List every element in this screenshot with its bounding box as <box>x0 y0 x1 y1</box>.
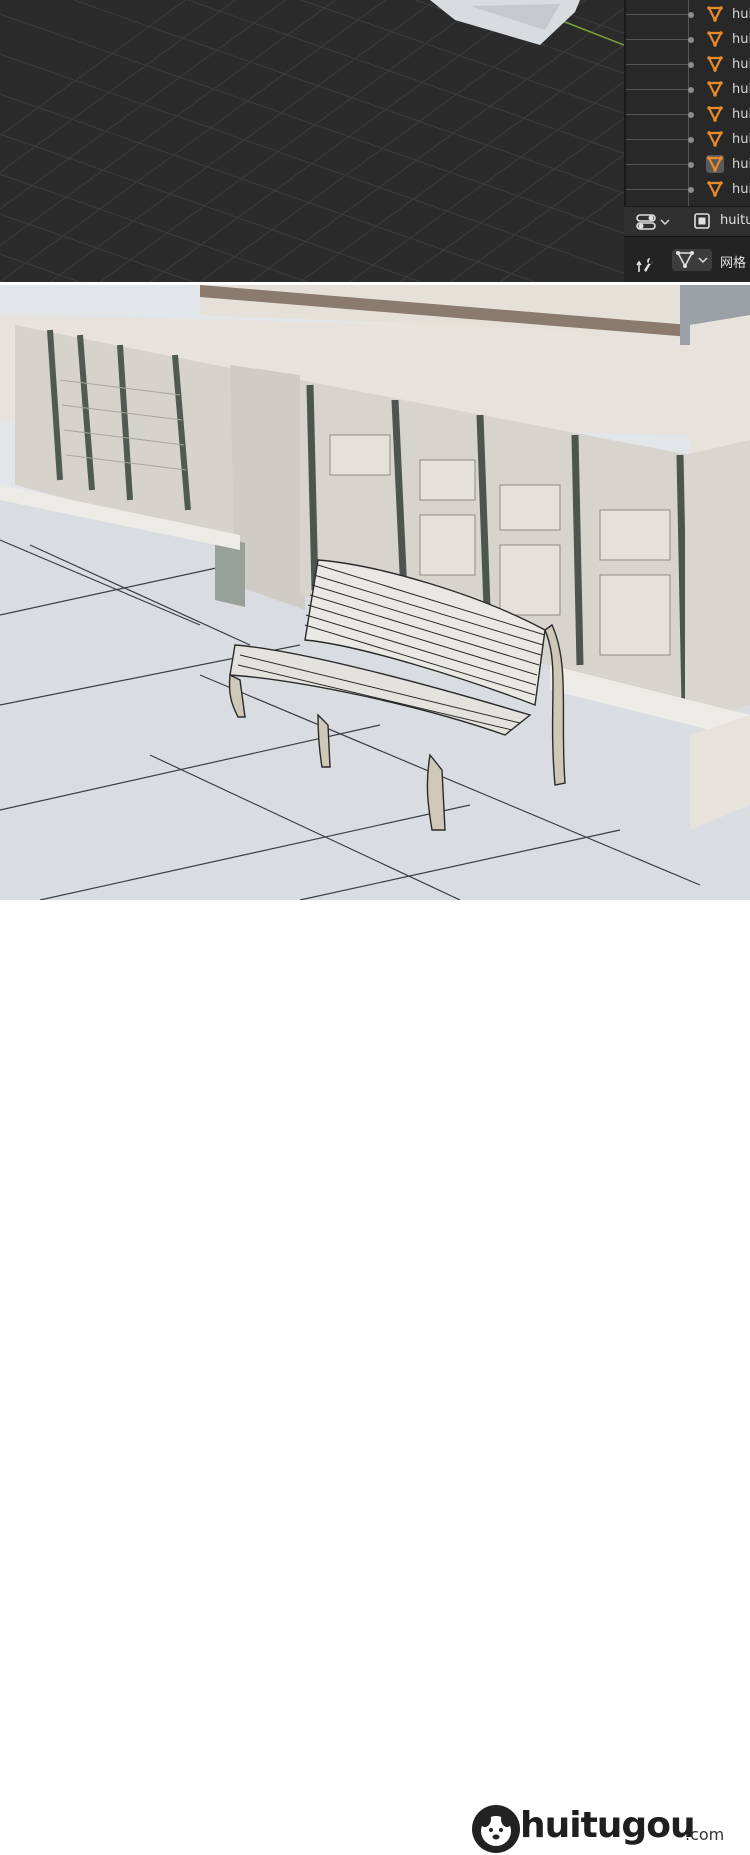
object-name[interactable]: huitu <box>720 213 750 228</box>
tree-branch <box>626 39 688 40</box>
outliner-item-label: hui <box>732 107 750 122</box>
outliner-item-label: hui <box>732 132 750 147</box>
mesh-filter-icon <box>676 251 708 268</box>
tree-node-dot <box>688 112 694 118</box>
tree-branch <box>626 189 688 190</box>
mesh-triangle-icon[interactable] <box>706 55 724 73</box>
wrench-icon[interactable] <box>636 255 656 275</box>
mesh-triangle-icon[interactable] <box>706 180 724 198</box>
tree-node-dot <box>688 12 694 18</box>
outliner-item-label: hui <box>732 7 750 22</box>
outliner-item[interactable]: hui <box>626 52 750 77</box>
tree-node-dot <box>688 162 694 168</box>
outliner-item-label: hui <box>732 82 750 97</box>
outliner-item-label: hui <box>732 157 750 172</box>
outliner-item[interactable]: hui <box>626 77 750 102</box>
outliner-item-label: hui <box>732 57 750 72</box>
outliner-item[interactable]: hui <box>626 27 750 52</box>
tree-branch <box>626 139 688 140</box>
outliner-panel[interactable]: hui hui hui hui hui hui hui hui <box>624 0 750 206</box>
tree-node-dot <box>688 187 694 193</box>
tree-branch <box>626 64 688 65</box>
tree-node-dot <box>688 137 694 143</box>
toggle-icon[interactable] <box>636 212 674 232</box>
tree-node-dot <box>688 37 694 43</box>
properties-header: huitu <box>624 206 750 237</box>
tree-node-dot <box>688 87 694 93</box>
outliner-item[interactable]: hui <box>626 127 750 152</box>
tree-branch <box>626 89 688 90</box>
tree-node-dot <box>688 62 694 68</box>
mesh-triangle-icon[interactable] <box>706 80 724 98</box>
dog-logo-icon <box>472 1805 520 1853</box>
tree-branch <box>626 114 688 115</box>
mesh-triangle-icon[interactable] <box>706 105 724 123</box>
viewport-render <box>0 285 750 900</box>
mesh-triangle-icon[interactable] <box>706 30 724 48</box>
outliner-item-label: hui <box>732 32 750 47</box>
viewport-grid <box>0 0 624 282</box>
brand-domain: .com <box>685 1825 725 1844</box>
object-frame-icon <box>694 213 710 229</box>
mesh-triangle-icon[interactable] <box>706 155 724 173</box>
mesh-triangle-icon[interactable] <box>706 5 724 23</box>
outliner-item[interactable]: hui <box>626 177 750 202</box>
brand-name: huitugou <box>520 1805 696 1846</box>
properties-subheader: 网格 <box>624 236 750 282</box>
blender-window: hui hui hui hui hui hui hui hui huitu <box>0 0 750 282</box>
3d-viewport[interactable] <box>0 0 624 282</box>
mesh-triangle-icon[interactable] <box>706 130 724 148</box>
outliner-item[interactable]: hui <box>626 152 750 177</box>
storefront-scene <box>0 285 750 900</box>
mesh-data-label[interactable]: 网格 <box>720 252 746 271</box>
footer-watermark: huitugou .com <box>0 900 750 1853</box>
outliner-item[interactable]: hui <box>626 102 750 127</box>
tree-branch <box>626 14 688 15</box>
outliner-item[interactable]: hui <box>626 2 750 27</box>
mesh-filter-button[interactable] <box>672 249 712 271</box>
outliner-item-label: hui <box>732 182 750 197</box>
tree-branch <box>626 164 688 165</box>
